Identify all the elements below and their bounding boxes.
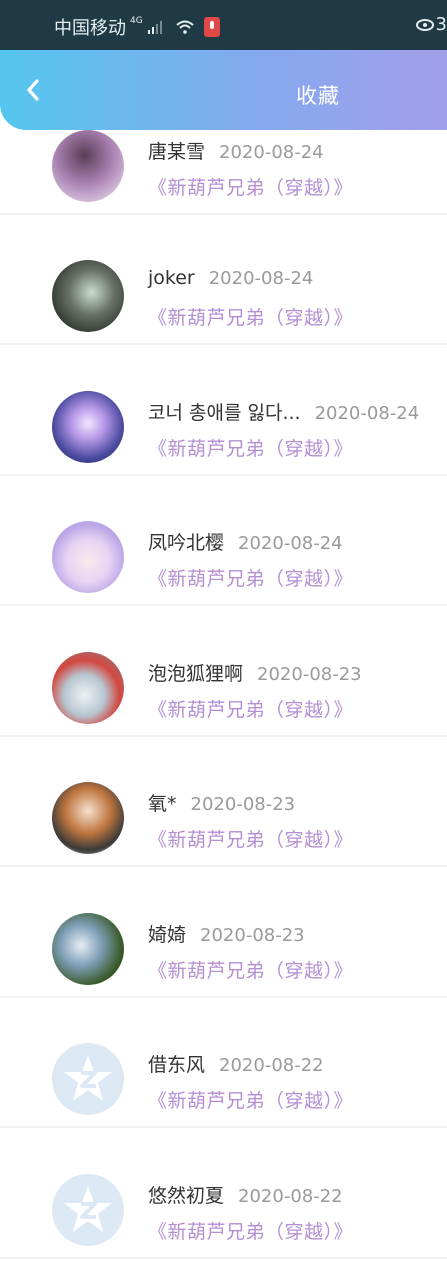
- post-date: 2020-08-24: [314, 403, 420, 424]
- collection-title-link[interactable]: 《新葫芦兄弟（穿越）》: [148, 564, 353, 591]
- user-name[interactable]: 氧*: [148, 793, 177, 815]
- collection-title-link[interactable]: 《新葫芦兄弟（穿越）》: [148, 303, 353, 330]
- avatar[interactable]: [52, 1174, 124, 1246]
- name-line: 凤吟北樱 2020-08-24: [148, 528, 343, 555]
- name-line: 唐某雪 2020-08-24: [148, 137, 324, 164]
- avatar[interactable]: [52, 260, 124, 332]
- page-title: 收藏: [296, 84, 340, 108]
- row-divider: [0, 865, 447, 867]
- user-name[interactable]: 借东风: [148, 1054, 205, 1076]
- post-date: 2020-08-24: [238, 533, 343, 554]
- post-date: 2020-08-23: [200, 925, 305, 946]
- favorite-row[interactable]: 코너 총애를 잃다... 2020-08-24 《新葫芦兄弟（穿越）》: [0, 346, 447, 476]
- user-name[interactable]: 唐某雪: [148, 141, 205, 163]
- favorites-list: 唐某雪 2020-08-24 《新葫芦兄弟（穿越）》 joker 2020-08-24 《…: [0, 0, 447, 1280]
- row-divider: [0, 1126, 447, 1128]
- post-date: 2020-08-24: [219, 142, 324, 163]
- default-avatar-star-icon: [64, 1186, 112, 1232]
- user-name[interactable]: 코너 총애를 잃다...: [148, 402, 301, 424]
- favorite-row[interactable]: 借东风 2020-08-22 《新葫芦兄弟（穿越）》: [0, 998, 447, 1128]
- collection-title-link[interactable]: 《新葫芦兄弟（穿越）》: [148, 695, 353, 722]
- avatar[interactable]: [52, 652, 124, 724]
- post-date: 2020-08-22: [238, 1186, 343, 1207]
- post-date: 2020-08-24: [208, 268, 314, 289]
- favorite-row[interactable]: 凤吟北樱 2020-08-24 《新葫芦兄弟（穿越）》: [0, 476, 447, 606]
- name-line: 婍婍 2020-08-23: [148, 920, 305, 947]
- avatar[interactable]: [52, 521, 124, 593]
- favorite-row[interactable]: 悠然初夏 2020-08-22 《新葫芦兄弟（穿越）》: [0, 1129, 447, 1259]
- back-button[interactable]: [18, 75, 48, 105]
- name-line: 泡泡狐狸啊 2020-08-23: [148, 659, 362, 686]
- user-name[interactable]: 悠然初夏: [148, 1185, 224, 1207]
- collection-title-link[interactable]: 《新葫芦兄弟（穿越）》: [148, 1217, 353, 1244]
- name-line: 悠然初夏 2020-08-22: [148, 1181, 343, 1208]
- name-line: 借东风 2020-08-22: [148, 1050, 324, 1077]
- row-divider: [0, 1257, 447, 1259]
- name-line: 氧* 2020-08-23: [148, 789, 295, 816]
- favorite-row[interactable]: 婍婍 2020-08-23 《新葫芦兄弟（穿越）》: [0, 868, 447, 998]
- collection-title-link[interactable]: 《新葫芦兄弟（穿越）》: [148, 825, 353, 852]
- user-name[interactable]: 凤吟北樱: [148, 532, 224, 554]
- avatar[interactable]: [52, 1043, 124, 1115]
- favorite-row[interactable]: joker 2020-08-24 《新葫芦兄弟（穿越）》: [0, 215, 447, 345]
- avatar[interactable]: [52, 391, 124, 463]
- name-line: 코너 총애를 잃다... 2020-08-24: [148, 398, 419, 425]
- post-date: 2020-08-22: [219, 1055, 324, 1076]
- avatar[interactable]: [52, 913, 124, 985]
- chevron-left-icon: [27, 79, 39, 101]
- name-line: joker 2020-08-24: [148, 267, 313, 289]
- collection-title-link[interactable]: 《新葫芦兄弟（穿越）》: [148, 173, 353, 200]
- row-divider: [0, 343, 447, 345]
- collection-title-link[interactable]: 《新葫芦兄弟（穿越）》: [148, 956, 353, 983]
- collection-title-link[interactable]: 《新葫芦兄弟（穿越）》: [148, 1086, 353, 1113]
- default-avatar-star-icon: [64, 1055, 112, 1101]
- row-divider: [0, 604, 447, 606]
- collection-title-link[interactable]: 《新葫芦兄弟（穿越）》: [148, 434, 353, 461]
- avatar[interactable]: [52, 130, 124, 202]
- favorite-row[interactable]: 氧* 2020-08-23 《新葫芦兄弟（穿越）》: [0, 737, 447, 867]
- post-date: 2020-08-23: [257, 664, 362, 685]
- app-header: 收藏: [0, 50, 447, 130]
- avatar[interactable]: [52, 782, 124, 854]
- favorite-row[interactable]: 泡泡狐狸啊 2020-08-23 《新葫芦兄弟（穿越）》: [0, 607, 447, 737]
- post-date: 2020-08-23: [190, 794, 296, 815]
- user-name[interactable]: 泡泡狐狸啊: [148, 663, 243, 685]
- user-name[interactable]: joker: [148, 267, 195, 289]
- user-name[interactable]: 婍婍: [148, 924, 186, 946]
